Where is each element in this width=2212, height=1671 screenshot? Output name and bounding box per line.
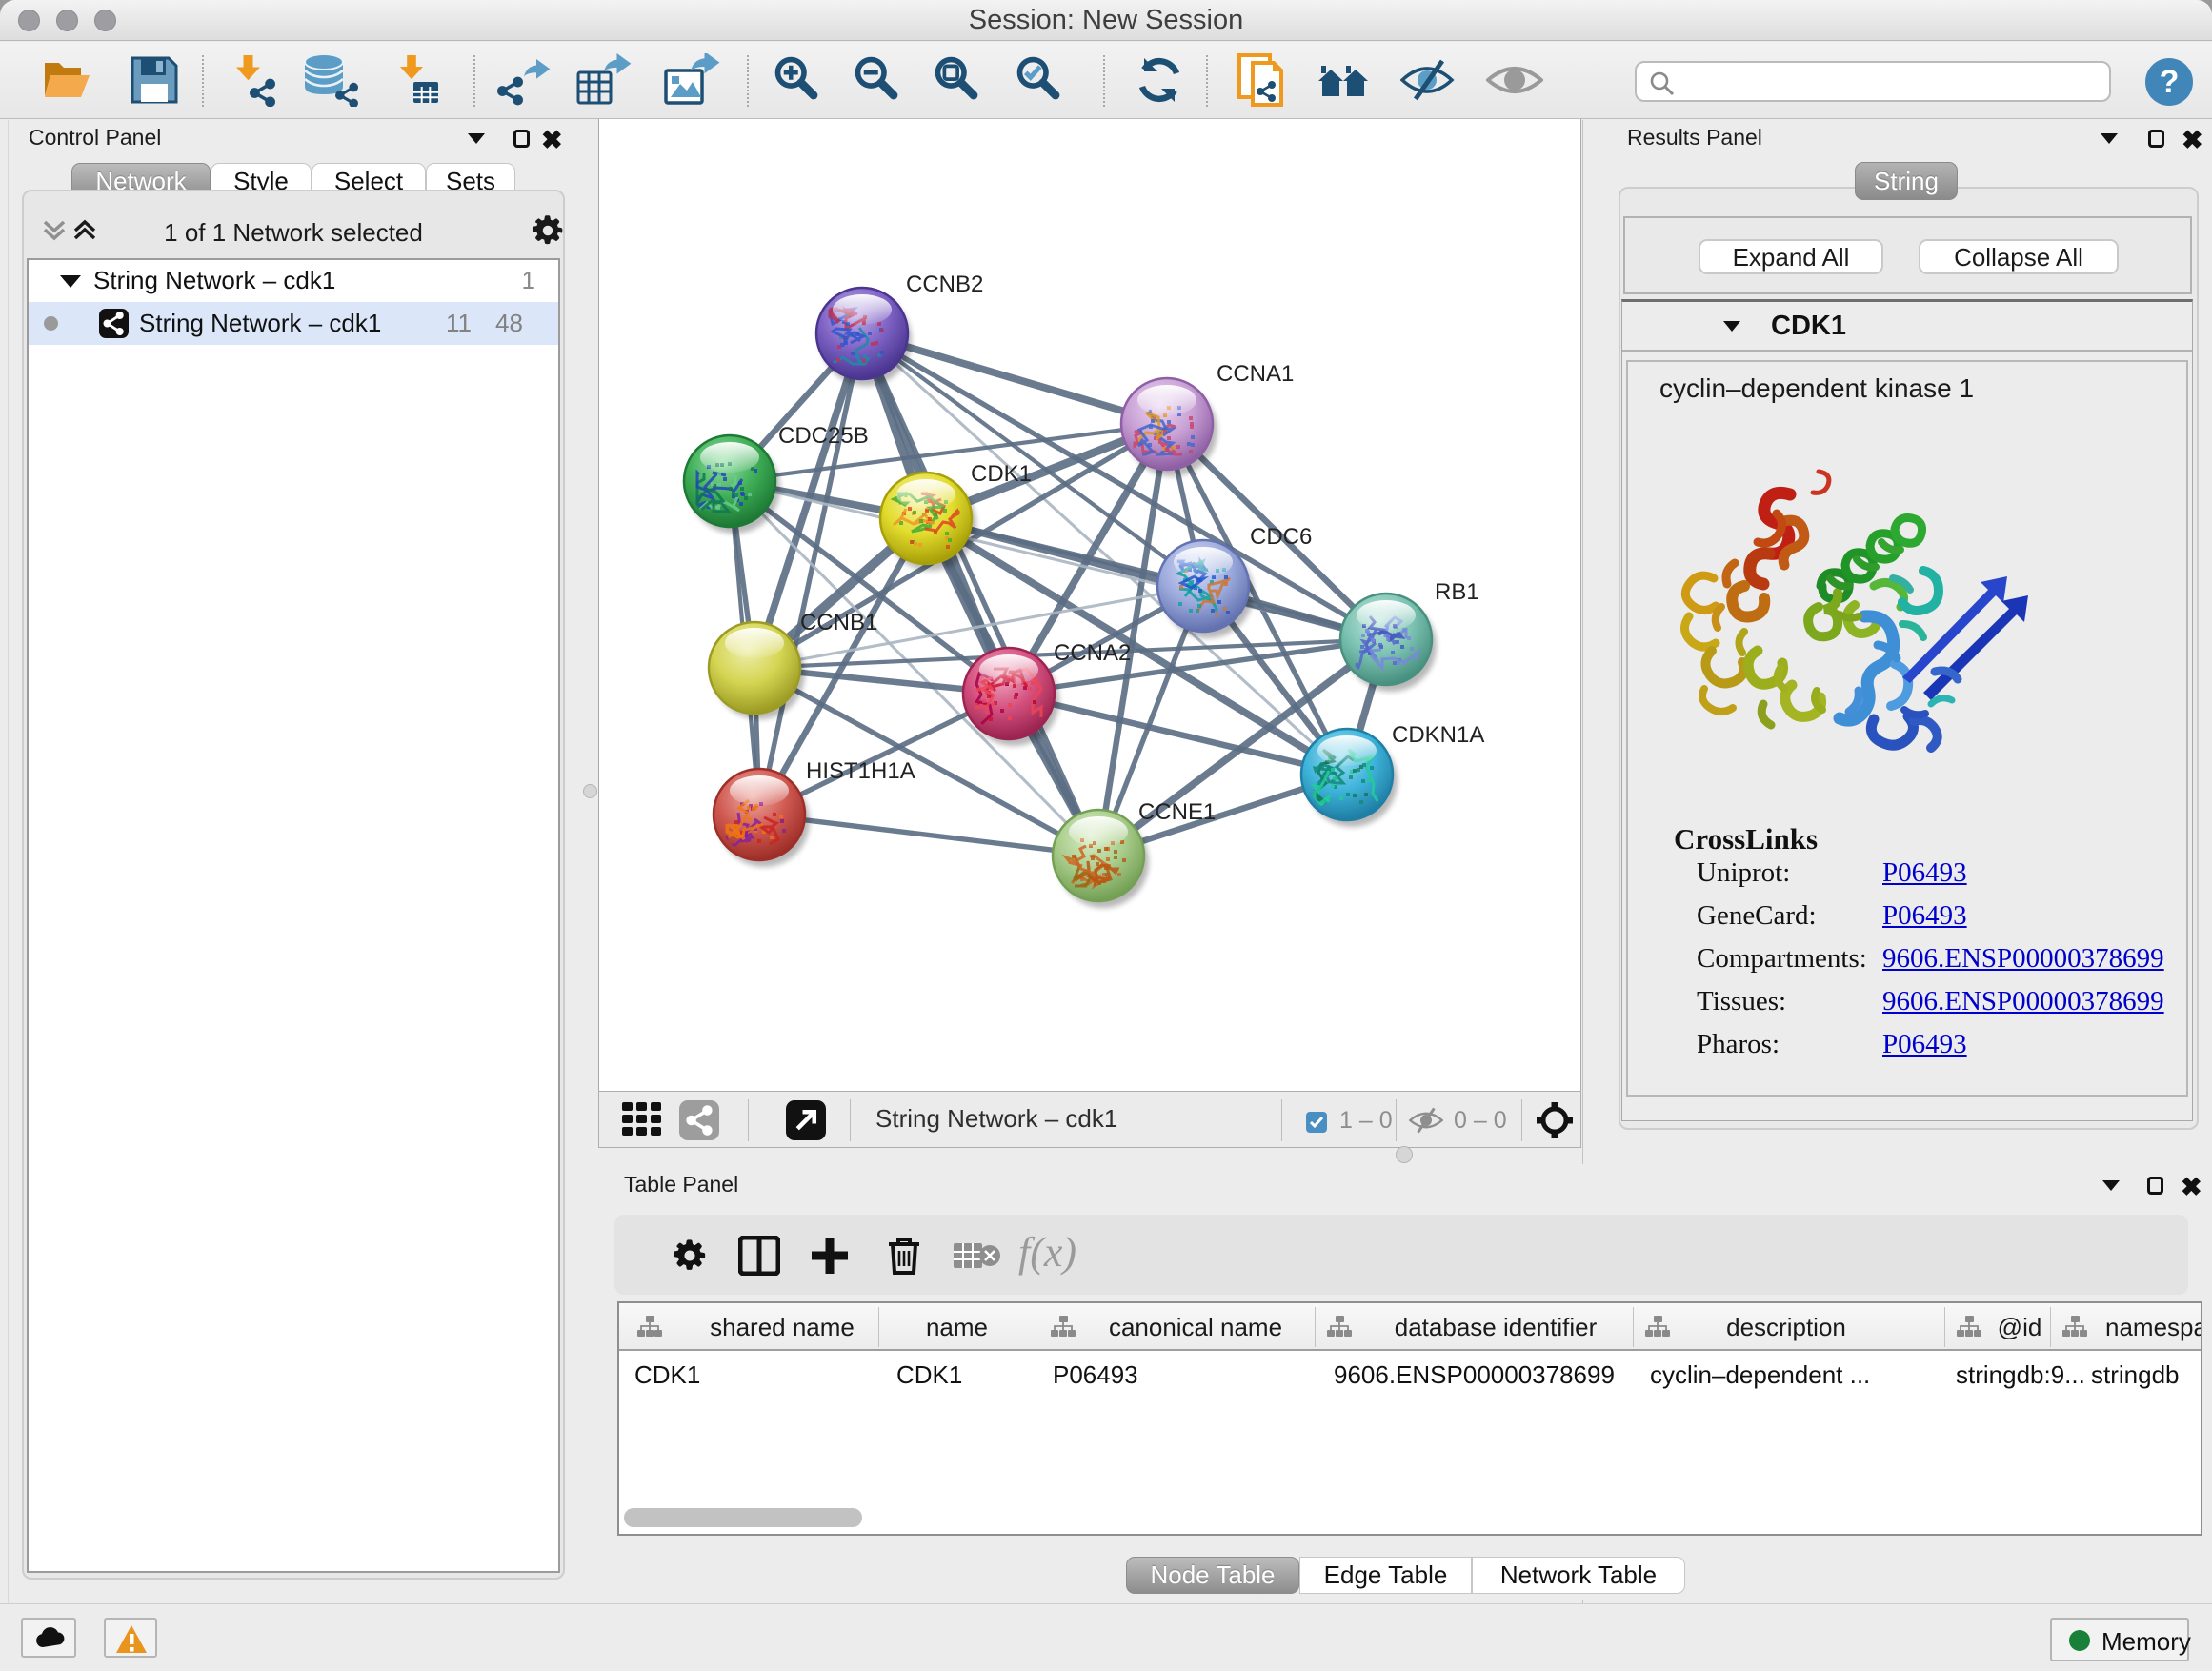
svg-text:CDK1: CDK1 — [971, 461, 1032, 487]
svg-text:HIST1H1A: HIST1H1A — [806, 758, 915, 784]
svg-text:CCNA1: CCNA1 — [1217, 361, 1294, 387]
svg-text:CDC6: CDC6 — [1250, 524, 1312, 550]
svg-text:CDKN1A: CDKN1A — [1392, 722, 1484, 748]
svg-text:CCNB2: CCNB2 — [906, 272, 983, 297]
svg-text:RB1: RB1 — [1435, 579, 1479, 605]
svg-text:CCNA2: CCNA2 — [1054, 640, 1131, 666]
svg-text:CDC25B: CDC25B — [778, 423, 869, 449]
svg-text:CCNE1: CCNE1 — [1138, 799, 1216, 825]
svg-text:CCNB1: CCNB1 — [800, 610, 877, 635]
